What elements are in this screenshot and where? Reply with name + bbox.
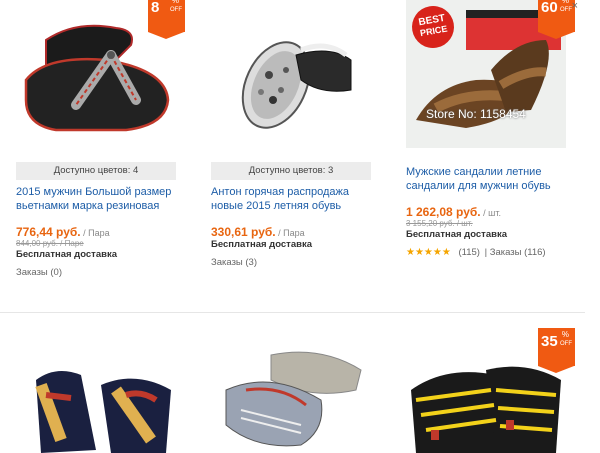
orders-count[interactable]: Заказы (0) <box>16 267 62 278</box>
rating-stars: ★★★★★ <box>406 247 451 258</box>
product-image-canvas-shoes[interactable] <box>211 330 371 453</box>
product-title[interactable]: Мужские сандалии летние сандалии для муж… <box>406 165 566 193</box>
discount-badge: 60 % OFF <box>538 0 575 39</box>
product-image-slippers-camo[interactable] <box>211 0 371 150</box>
free-shipping: Бесплатная доставка <box>406 229 507 240</box>
orders-count[interactable]: Заказы (3) <box>211 257 257 268</box>
old-price: 844,00 руб. / Паре <box>16 239 84 248</box>
orders-count[interactable]: | Заказы (116) <box>485 247 546 258</box>
price-value: 330,61 руб. <box>211 225 276 239</box>
row-divider <box>0 312 585 313</box>
product-image-flip-flops-brand[interactable] <box>16 330 176 453</box>
price-unit: / шт. <box>480 208 501 218</box>
product-card-1[interactable]: 8 % OFF Доступно цветов: 4 2015 мужчин Б… <box>0 0 190 300</box>
product-price: 1 262,08 руб. / шт. <box>406 205 501 219</box>
close-icon[interactable]: × <box>572 0 578 12</box>
product-price: 776,44 руб. / Пара <box>16 225 110 239</box>
product-card-4[interactable] <box>0 330 190 453</box>
free-shipping: Бесплатная доставка <box>16 249 117 260</box>
discount-badge: 8 % OFF <box>148 0 185 39</box>
rating-and-orders: ★★★★★ (115) | Заказы (116) <box>406 247 546 258</box>
available-colors: Доступно цветов: 3 <box>211 162 371 180</box>
price-unit: / Пара <box>275 228 305 238</box>
price-value: 776,44 руб. <box>16 225 81 239</box>
discount-badge: 35 % OFF <box>538 328 575 373</box>
store-watermark: Store No: 1158454 <box>426 107 526 121</box>
price-value: 1 262,08 руб. <box>406 205 481 219</box>
product-price: 330,61 руб. / Пара <box>211 225 305 239</box>
product-title[interactable]: Антон горячая распродажа новые 2015 летн… <box>211 185 371 213</box>
product-card-2[interactable]: Доступно цветов: 3 Антон горячая распрод… <box>195 0 385 300</box>
price-unit: / Пара <box>80 228 110 238</box>
old-price: 3 155,20 руб. / шт. <box>406 219 473 228</box>
product-title[interactable]: 2015 мужчин Большой размер вьетнамки мар… <box>16 185 176 213</box>
free-shipping: Бесплатная доставка <box>211 239 312 250</box>
product-card-6[interactable]: 35 % OFF <box>390 328 580 453</box>
rating-count[interactable]: (115) <box>458 247 479 258</box>
available-colors: Доступно цветов: 4 <box>16 162 176 180</box>
product-card-5[interactable] <box>195 330 385 453</box>
product-card-3[interactable]: BEST PRICE Store No: 1158454 60 % OFF Му… <box>390 0 580 300</box>
